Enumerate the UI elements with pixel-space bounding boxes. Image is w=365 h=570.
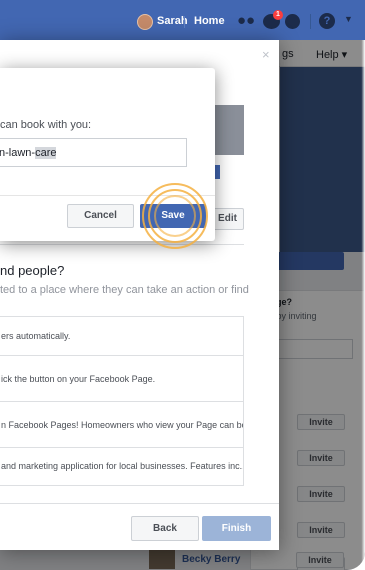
user-avatar[interactable] xyxy=(137,14,153,30)
topbar-separator xyxy=(310,14,311,29)
booking-url-input[interactable]: n-lawn-care xyxy=(0,138,187,167)
booking-url-prefix: n-lawn- xyxy=(0,147,36,159)
dialog-prompt: can book with you: xyxy=(0,119,92,131)
booking-url-value: n-lawn-care xyxy=(0,147,57,159)
edit-button[interactable]: Edit xyxy=(211,208,244,230)
home-link[interactable]: Home xyxy=(194,15,225,27)
top-navigation-bar: Sarah Home ●● 1 ? ▼ xyxy=(0,0,365,40)
wizard-divider xyxy=(0,244,244,245)
list-item[interactable]: ick the button on your Facebook Page. xyxy=(0,356,243,402)
close-icon[interactable]: × xyxy=(262,47,270,62)
wizard-footer-divider xyxy=(0,503,279,504)
selected-text-highlight: care xyxy=(35,147,57,159)
wizard-section-description: ted to a place where they can take an ac… xyxy=(0,284,249,296)
user-name-link[interactable]: Sarah xyxy=(157,15,188,27)
list-item[interactable]: n Facebook Pages! Homeowners who view yo… xyxy=(0,402,243,448)
device-frame-edge xyxy=(353,40,365,570)
topbar-divider xyxy=(184,16,185,28)
wizard-section-heading: nd people? xyxy=(0,263,65,278)
list-item[interactable]: and marketing application for local busi… xyxy=(0,448,243,485)
finish-button[interactable]: Finish xyxy=(202,516,271,541)
action-options-list: ers automatically. ick the button on you… xyxy=(0,316,244,486)
click-indicator-ring xyxy=(154,195,196,237)
friend-requests-icon[interactable]: ●● xyxy=(237,13,255,29)
cancel-button[interactable]: Cancel xyxy=(67,204,134,228)
device-screen: Sarah Home ●● 1 ? ▼ gs Help ▾ r Page? ag… xyxy=(0,0,365,570)
back-button[interactable]: Back xyxy=(131,516,199,541)
notifications-globe-icon[interactable] xyxy=(285,14,300,29)
account-menu-caret-icon[interactable]: ▼ xyxy=(344,14,353,24)
messenger-badge: 1 xyxy=(273,10,283,20)
help-icon[interactable]: ? xyxy=(319,13,335,29)
list-item[interactable]: ers automatically. xyxy=(0,317,243,356)
